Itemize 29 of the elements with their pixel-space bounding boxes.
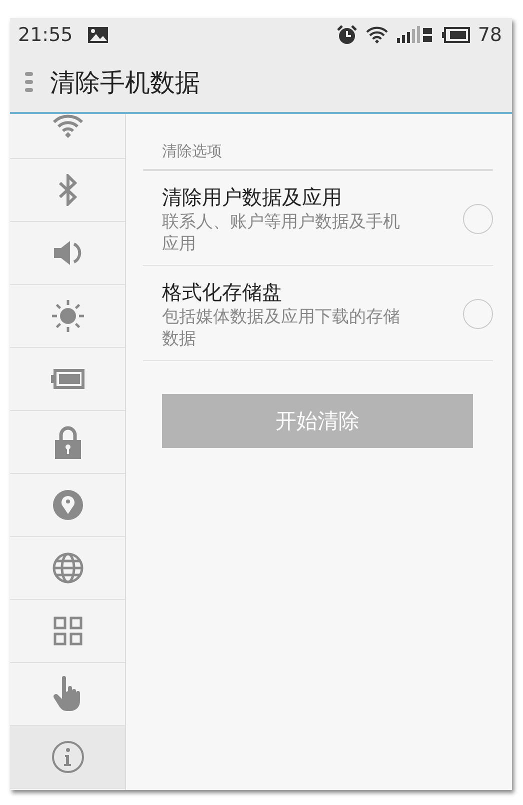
option-description: 包括媒体数据及应用下载的存储数据 (162, 306, 401, 350)
bluetooth-icon (58, 174, 78, 206)
clock-time: 21:55 (18, 24, 73, 46)
section-header: 清除选项 (143, 142, 493, 171)
menu-icon[interactable] (24, 70, 34, 94)
battery-percentage: 78 (478, 24, 502, 46)
grid-icon (52, 616, 82, 646)
radio-button[interactable] (463, 204, 493, 234)
option-title: 格式化存储盘 (162, 279, 283, 306)
battery-icon (50, 369, 84, 389)
page-title: 清除手机数据 (50, 66, 200, 98)
sidebar-item[interactable] (10, 114, 125, 159)
option-title: 清除用户数据及应用 (162, 184, 343, 211)
battery-icon (442, 27, 470, 43)
padlock-icon (54, 425, 82, 459)
globe-icon (52, 552, 84, 584)
wifi-icon (52, 114, 84, 140)
sun-icon (50, 299, 84, 333)
wifi-icon (366, 26, 388, 44)
sidebar-item[interactable] (10, 726, 125, 789)
radio-button[interactable] (463, 299, 493, 329)
cellular-signal-icon (396, 26, 434, 44)
option-description: 联系人、账户等用户数据及手机应用 (162, 211, 401, 255)
speaker-icon (52, 239, 82, 267)
info-icon (50, 740, 84, 774)
pointing-hand-icon (52, 676, 82, 712)
location-pin-icon (52, 489, 84, 521)
alarm-clock-icon (336, 24, 358, 46)
image-icon (86, 26, 109, 44)
